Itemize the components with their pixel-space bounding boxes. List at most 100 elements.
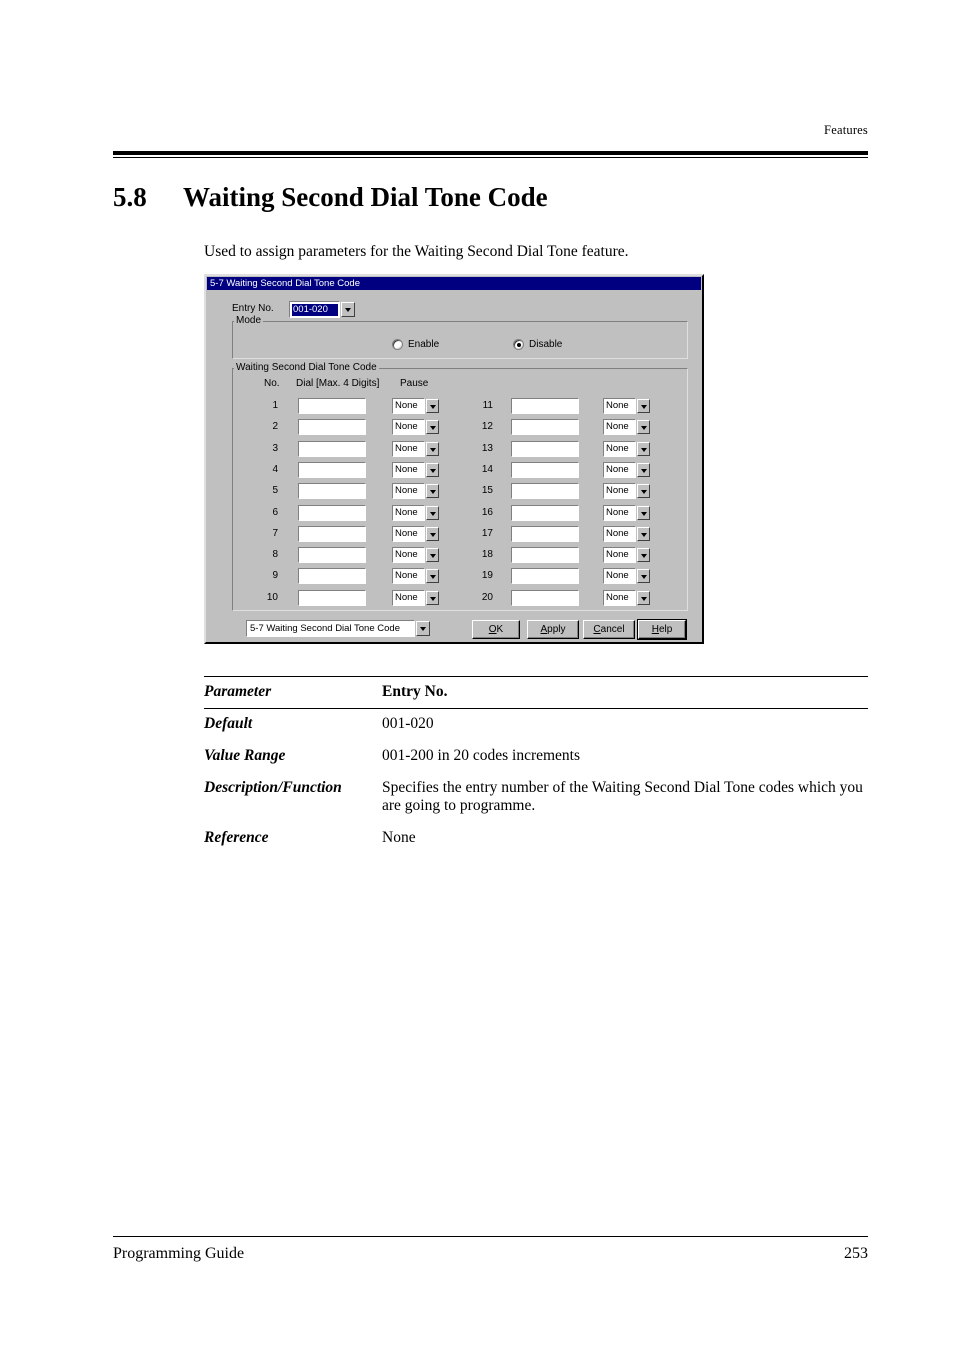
pause-combobox-19[interactable]: None [603,568,651,585]
entry-no-combobox[interactable]: 001-020 [289,301,357,318]
row-number-11: 11 [482,400,493,411]
pause-combobox-7[interactable]: None [392,525,440,542]
chevron-down-icon[interactable] [637,505,650,520]
dial-input-20[interactable] [511,589,579,606]
mode-group-label: Mode [234,315,264,326]
pause-combobox-11[interactable]: None [603,398,651,414]
table-cell-value: 001-200 in 20 codes increments [382,747,581,764]
row-number-9: 9 [272,570,278,582]
dial-input-5[interactable] [298,483,366,500]
dial-input-13[interactable] [511,440,579,457]
radio-enable[interactable] [392,339,403,350]
dial-input-15[interactable] [511,483,579,500]
pause-combobox-13[interactable]: None [603,440,651,457]
chevron-down-icon[interactable] [637,526,650,541]
dial-input-12[interactable] [511,419,579,436]
pause-combobox-4[interactable]: None [392,461,440,478]
chevron-down-icon[interactable] [637,420,650,435]
table-cell-key: Description/Function [204,779,342,796]
table-cell-value: Specifies the entry number of the Waitin… [382,779,863,814]
chevron-down-icon[interactable] [426,484,439,499]
page-title: Waiting Second Dial Tone Code [183,182,548,212]
pause-value-20: None [603,589,636,606]
chevron-down-icon[interactable] [637,569,650,584]
row-number-16: 16 [481,506,493,518]
table-cell-key: Value Range [204,747,286,764]
chevron-down-icon[interactable] [426,548,439,563]
pause-value-16: None [603,504,636,521]
chevron-down-icon[interactable] [637,484,650,499]
pause-value-10: None [392,589,425,606]
chevron-down-icon[interactable] [637,441,650,456]
dial-input-7[interactable] [298,525,366,542]
chevron-down-icon[interactable] [426,590,439,605]
pause-combobox-3[interactable]: None [392,440,440,457]
chevron-down-icon[interactable] [426,441,439,456]
pause-combobox-18[interactable]: None [603,547,651,564]
dial-input-9[interactable] [298,568,366,585]
column-header-dial: Dial [Max. 4 Digits] [296,378,380,389]
dial-input-14[interactable] [511,461,579,478]
pause-combobox-5[interactable]: None [392,483,440,500]
pause-combobox-20[interactable]: None [603,589,651,606]
pause-value-18: None [603,547,636,564]
pause-combobox-1[interactable]: None [392,398,440,414]
pause-combobox-10[interactable]: None [392,589,440,606]
pause-combobox-15[interactable]: None [603,483,651,500]
header-rule-thin [113,157,868,158]
cancel-button[interactable]: Cancel [583,620,635,639]
entry-no-field[interactable]: 001-020 [289,301,340,318]
table-header-key: Parameter [204,676,382,709]
row-number-12: 12 [481,421,493,433]
dial-input-19[interactable] [511,568,579,585]
chevron-down-icon[interactable] [637,462,650,477]
dial-input-18[interactable] [511,547,579,564]
dial-input-10[interactable] [298,589,366,606]
chevron-down-icon[interactable] [637,399,650,413]
table-cell-key: Reference [204,829,269,846]
screen-nav-combobox[interactable]: 5-7 Waiting Second Dial Tone Code [246,620,432,637]
row-number-3: 3 [272,442,278,454]
chevron-down-icon[interactable] [637,590,650,605]
pause-combobox-2[interactable]: None [392,419,440,436]
chevron-down-icon[interactable] [341,302,355,317]
dial-input-6[interactable] [298,504,366,521]
dial-input-8[interactable] [298,547,366,564]
chevron-down-icon[interactable] [426,569,439,584]
row-number-4: 4 [272,463,278,475]
pause-value-1: None [392,398,425,414]
pause-combobox-6[interactable]: None [392,504,440,521]
pause-combobox-9[interactable]: None [392,568,440,585]
radio-disable-label: Disable [529,339,563,350]
pause-value-12: None [603,419,636,436]
pause-combobox-17[interactable]: None [603,525,651,542]
chevron-down-icon[interactable] [637,548,650,563]
apply-button[interactable]: Apply [527,620,579,639]
chevron-down-icon[interactable] [426,526,439,541]
footer-title: Programming Guide [113,1245,245,1262]
dial-input-11[interactable] [511,398,579,414]
pause-value-15: None [603,483,636,500]
help-button[interactable]: Help [638,620,686,639]
dial-input-1[interactable] [298,398,366,414]
pause-combobox-16[interactable]: None [603,504,651,521]
dial-input-17[interactable] [511,525,579,542]
chevron-down-icon[interactable] [426,462,439,477]
pause-combobox-8[interactable]: None [392,547,440,564]
chevron-down-icon[interactable] [426,420,439,435]
chevron-down-icon[interactable] [426,505,439,520]
dial-input-4[interactable] [298,461,366,478]
pause-combobox-14[interactable]: None [603,461,651,478]
dial-input-2[interactable] [298,419,366,436]
dial-input-3[interactable] [298,440,366,457]
dialog-titlebar: 5-7 Waiting Second Dial Tone Code [207,277,701,290]
radio-disable[interactable] [513,339,524,350]
pause-combobox-12[interactable]: None [603,419,651,436]
chevron-down-icon[interactable] [426,399,439,413]
intro-paragraph: Used to assign parameters for the Waitin… [204,243,629,260]
chevron-down-icon[interactable] [416,621,430,636]
pause-value-7: None [392,525,425,542]
dial-input-16[interactable] [511,504,579,521]
ok-button[interactable]: OK [472,620,520,639]
header-rule-thick [113,151,868,155]
